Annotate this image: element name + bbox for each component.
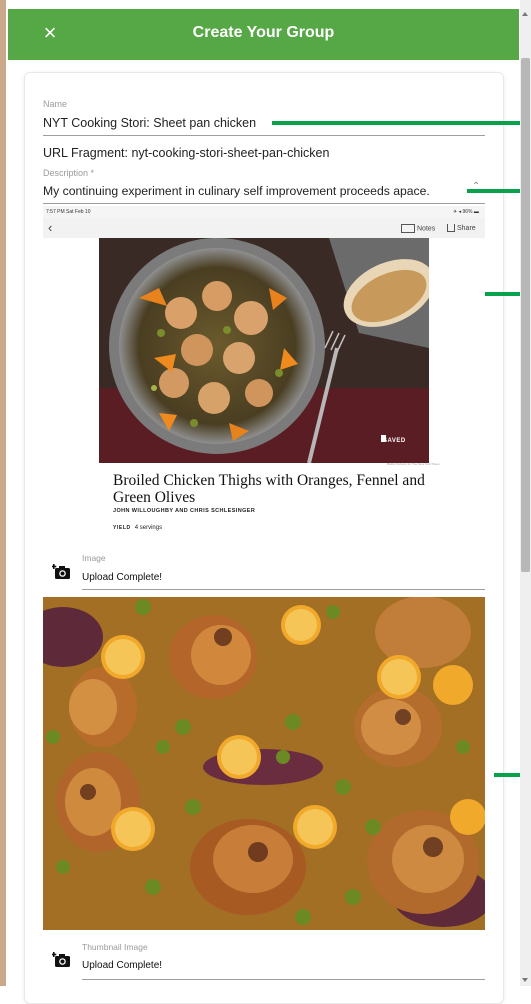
- scrollbar-thumb[interactable]: [521, 58, 530, 572]
- thumbnail-upload-status: Upload Complete!: [82, 960, 163, 971]
- status-battery: ✈ ◂ 96% ▬: [453, 209, 479, 215]
- image-field-underline: [82, 589, 485, 590]
- name-input[interactable]: NYT Cooking Stori: Sheet pan chicken: [43, 116, 256, 130]
- description-field-label: Description *: [43, 168, 95, 178]
- scroll-down-arrow-icon[interactable]: [522, 978, 528, 982]
- thumbnail-field-label: Thumbnail Image: [82, 942, 148, 952]
- image-field-label: Image: [82, 553, 106, 563]
- annotation-bar-description: [467, 189, 520, 193]
- recipe-authors: JOHN WILLOUGHBY AND CHRIS SCHLESINGER: [113, 508, 256, 514]
- uploaded-image-preview: 7:57 PM Sat Feb 10 ✈ ◂ 96% ▬ ‹ Notes Sha…: [43, 206, 485, 546]
- add-photo-icon[interactable]: [52, 950, 72, 970]
- name-field-label: Name: [43, 99, 68, 109]
- image-upload-status: Upload Complete!: [82, 572, 163, 583]
- url-fragment-text: URL Fragment: nyt-cooking-stori-sheet-pa…: [43, 146, 330, 160]
- notes-icon: [401, 224, 415, 233]
- name-input-underline: [43, 135, 485, 136]
- window-edge: [0, 0, 6, 986]
- share-button: Share: [447, 224, 476, 232]
- scrollbar[interactable]: [520, 0, 531, 986]
- description-input[interactable]: My continuing experiment in culinary sel…: [43, 184, 430, 198]
- photo-credit: Bobby Doherty for The New York Times: [387, 462, 440, 466]
- chevron-left-icon: ‹: [48, 220, 53, 235]
- description-input-underline: [43, 203, 485, 204]
- yield-label: YIELD: [113, 525, 131, 531]
- recipe-title: Broiled Chicken Thighs with Oranges, Fen…: [113, 472, 425, 506]
- thumbnail-image-preview: [43, 597, 485, 930]
- annotation-bar-name: [272, 121, 520, 125]
- thumbnail-field-underline: [82, 979, 485, 980]
- ios-status-bar: 7:57 PM Sat Feb 10 ✈ ◂ 96% ▬: [43, 206, 485, 218]
- add-photo-icon[interactable]: [52, 562, 72, 582]
- sheet-pan-chicken-photo: [99, 238, 429, 463]
- notes-button: Notes: [401, 224, 435, 233]
- share-label: Share: [457, 224, 476, 232]
- scroll-up-arrow-icon[interactable]: [522, 12, 528, 16]
- share-icon: [447, 224, 455, 232]
- ios-nav-bar: ‹ Notes Share: [43, 218, 485, 238]
- page-title: Create Your Group: [192, 24, 335, 41]
- recipe-hero-photo: [99, 238, 429, 463]
- app-header: × Create Your Group: [8, 9, 519, 60]
- saved-badge: SAVED: [383, 438, 406, 444]
- annotation-bar-thumbnail: [494, 773, 520, 777]
- status-time: 7:57 PM Sat Feb 10: [46, 209, 91, 215]
- recipe-yield: YIELD 4 servings: [113, 525, 162, 531]
- notes-label: Notes: [417, 225, 436, 233]
- yield-value: 4 servings: [134, 525, 163, 531]
- cooked-chicken-photo: [43, 597, 485, 930]
